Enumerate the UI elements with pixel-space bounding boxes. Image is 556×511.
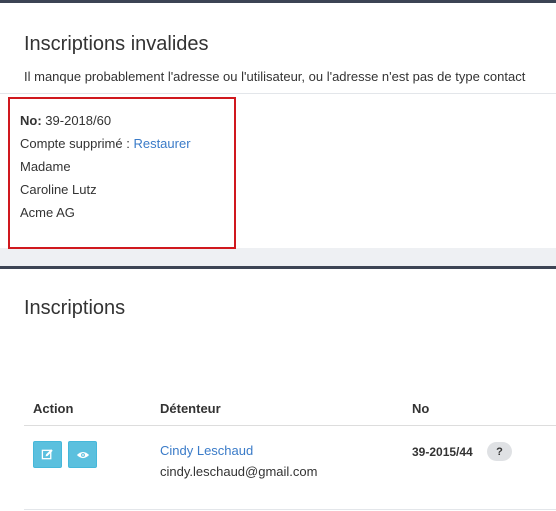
restore-link[interactable]: Restaurer (133, 136, 190, 151)
invalid-inscriptions-panel: Inscriptions invalides Il manque probabl… (0, 0, 556, 249)
panel-description: Il manque probablement l'adresse ou l'ut… (24, 69, 526, 84)
divider (0, 93, 556, 94)
entry-number-label: No: (20, 113, 42, 128)
invalid-entry-card: No: 39-2018/60 Compte supprimé : Restaur… (8, 97, 236, 249)
entry-number-line: No: 39-2018/60 (20, 113, 111, 128)
eye-icon (76, 451, 89, 458)
column-header-no: No (412, 401, 430, 416)
row-divider (24, 509, 556, 510)
inscriptions-panel: Inscriptions Action Détenteur No Cindy L… (0, 266, 556, 511)
deleted-account-label: Compte supprimé : (20, 136, 130, 151)
inscription-number: 39-2015/44 (412, 445, 473, 459)
entry-number-value: 39-2018/60 (45, 113, 112, 128)
entry-company: Acme AG (20, 205, 75, 220)
panel-title: Inscriptions (24, 297, 126, 319)
table-header-divider (24, 425, 556, 426)
entry-salutation: Madame (20, 159, 71, 174)
entry-name: Caroline Lutz (20, 182, 97, 197)
view-button[interactable] (68, 441, 97, 468)
help-badge[interactable]: ? (487, 442, 512, 461)
panel-title: Inscriptions invalides (24, 33, 209, 55)
deleted-account-line: Compte supprimé : Restaurer (20, 136, 191, 151)
holder-email: cindy.leschaud@gmail.com (160, 464, 318, 479)
holder-name-link[interactable]: Cindy Leschaud (160, 443, 253, 458)
column-header-action: Action (33, 401, 74, 416)
edit-button[interactable] (33, 441, 62, 468)
column-header-holder: Détenteur (160, 401, 221, 416)
edit-icon (41, 449, 53, 460)
